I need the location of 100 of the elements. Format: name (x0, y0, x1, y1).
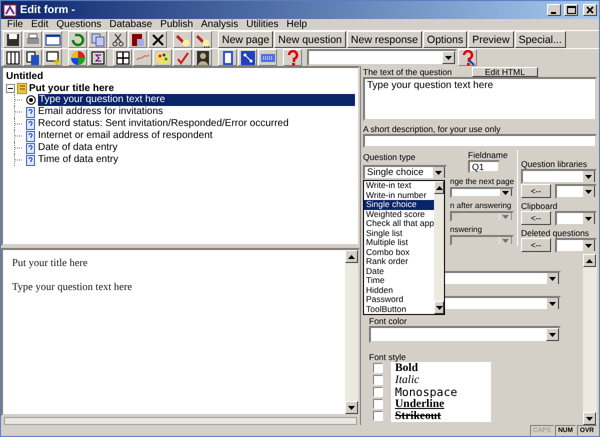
font-style-label: Bold (391, 362, 491, 374)
label: n after answering (450, 201, 512, 211)
question-icon (26, 154, 35, 166)
add-icon[interactable] (43, 49, 62, 66)
palette-icon[interactable] (153, 49, 172, 66)
question-icon (26, 142, 35, 154)
select[interactable] (555, 184, 597, 199)
grid-icon[interactable] (113, 49, 132, 66)
sum-icon[interactable] (88, 49, 107, 66)
move-back-button[interactable]: <-- (521, 184, 551, 198)
tree-item[interactable]: Date of data entry (37, 142, 118, 154)
select[interactable] (521, 169, 597, 184)
label: The text of the question (363, 67, 452, 77)
scrollbar[interactable] (434, 181, 444, 314)
tree-item[interactable]: Put your title here (29, 82, 114, 94)
tree-item[interactable]: Time of data entry (37, 154, 120, 166)
edit-html-button[interactable]: Edit HTML (472, 67, 538, 77)
delete-icon[interactable] (148, 31, 167, 48)
undo-arrow-icon[interactable] (68, 31, 87, 48)
minimize-button[interactable] (547, 4, 561, 16)
description-field[interactable] (363, 134, 597, 148)
caret-icon (585, 216, 592, 220)
scissors-icon[interactable] (108, 31, 127, 48)
save-icon[interactable] (3, 31, 22, 48)
move-back-button[interactable]: <-- (521, 238, 551, 252)
horizontal-scrollbar[interactable] (4, 417, 357, 425)
collapse-icon[interactable] (6, 84, 15, 92)
select[interactable] (555, 238, 597, 253)
menu-item[interactable]: Database (105, 19, 156, 30)
question-icon (26, 130, 35, 142)
dropdown-option[interactable]: Check all that app (364, 219, 434, 228)
menu-item[interactable]: Help (282, 19, 312, 30)
menu-item[interactable]: Questions (52, 19, 106, 30)
checkbox[interactable] (373, 363, 383, 373)
close-button[interactable] (583, 4, 597, 16)
flashlight-icon[interactable] (173, 31, 192, 48)
caret-icon (348, 406, 355, 410)
question-type-select[interactable]: Single choice (363, 165, 447, 180)
font-style-label: Strikeout (391, 410, 491, 422)
question-text-field[interactable]: Type your question text here (363, 77, 597, 121)
toolbar-button[interactable]: Preview (468, 31, 514, 48)
toolbar-combo-box[interactable] (307, 49, 457, 66)
caret-icon (549, 302, 556, 306)
window-icon[interactable] (43, 31, 62, 48)
color-wheel-icon[interactable] (68, 49, 87, 66)
checkbox[interactable] (373, 375, 383, 385)
flashlight-icon[interactable] (193, 31, 212, 48)
caret-icon (586, 258, 593, 262)
network-icon[interactable] (238, 49, 257, 66)
caret-icon (585, 244, 592, 248)
toolbar-button[interactable]: New response (346, 31, 422, 48)
paste-icon[interactable] (128, 31, 147, 48)
maximize-button[interactable] (564, 4, 578, 16)
figure-icon[interactable] (193, 49, 212, 66)
checkbox[interactable] (373, 387, 383, 397)
select[interactable] (450, 187, 514, 198)
checkbox[interactable] (373, 399, 383, 409)
menu-item[interactable]: Utilities (242, 19, 282, 30)
caret-icon (502, 190, 509, 194)
label: A short description, for your use only (363, 124, 502, 134)
tree-item[interactable]: Internet or email address of respondent (37, 130, 214, 142)
menu-item[interactable]: Publish (156, 19, 198, 30)
dropdown-option[interactable]: Single choice (364, 200, 434, 210)
toolbar-button[interactable]: New page (218, 31, 274, 48)
fieldname-field[interactable]: Q1 (468, 160, 500, 173)
preview-title: Put your title here (12, 258, 89, 269)
checkbox[interactable] (373, 411, 383, 421)
help-icon[interactable] (458, 49, 477, 66)
keyboard-icon[interactable] (258, 49, 277, 66)
font-color-select[interactable] (369, 326, 561, 343)
question-icon (26, 106, 35, 118)
copy-icon[interactable] (88, 31, 107, 48)
toolbar-button[interactable]: Special... (514, 31, 566, 48)
maximize-icon (566, 6, 576, 14)
menu-item[interactable]: File (3, 19, 28, 30)
tree-item[interactable]: Email address for invitations (37, 106, 164, 118)
select[interactable] (555, 211, 597, 226)
toolbar-button[interactable]: New question (274, 31, 346, 48)
radio-icon (26, 95, 36, 105)
pages-icon[interactable] (23, 49, 42, 66)
menu-item[interactable]: Edit (27, 19, 52, 30)
label: Question libraries (521, 159, 588, 169)
label: Deleted questions (521, 228, 590, 238)
columns-icon[interactable] (3, 49, 22, 66)
caret-icon (502, 214, 509, 218)
caret-icon (436, 306, 442, 310)
close-icon (586, 6, 594, 14)
tree-item[interactable]: Type your question text here (38, 94, 355, 106)
label: nge the next page (450, 177, 514, 187)
spell-check-icon[interactable] (173, 49, 192, 66)
scrollbar[interactable] (583, 254, 597, 425)
toolbar-button[interactable]: Options (423, 31, 468, 48)
scrollbar[interactable] (345, 250, 358, 414)
panel-icon[interactable] (218, 49, 237, 66)
caret-icon (585, 174, 592, 178)
printer-icon[interactable] (23, 31, 42, 48)
move-back-button[interactable]: <-- (521, 211, 551, 225)
help-icon[interactable] (283, 49, 302, 66)
menu-item[interactable]: Analysis (197, 19, 242, 30)
tree-item[interactable]: Record status: Sent invitation/Responded/Error occurred (37, 118, 290, 130)
